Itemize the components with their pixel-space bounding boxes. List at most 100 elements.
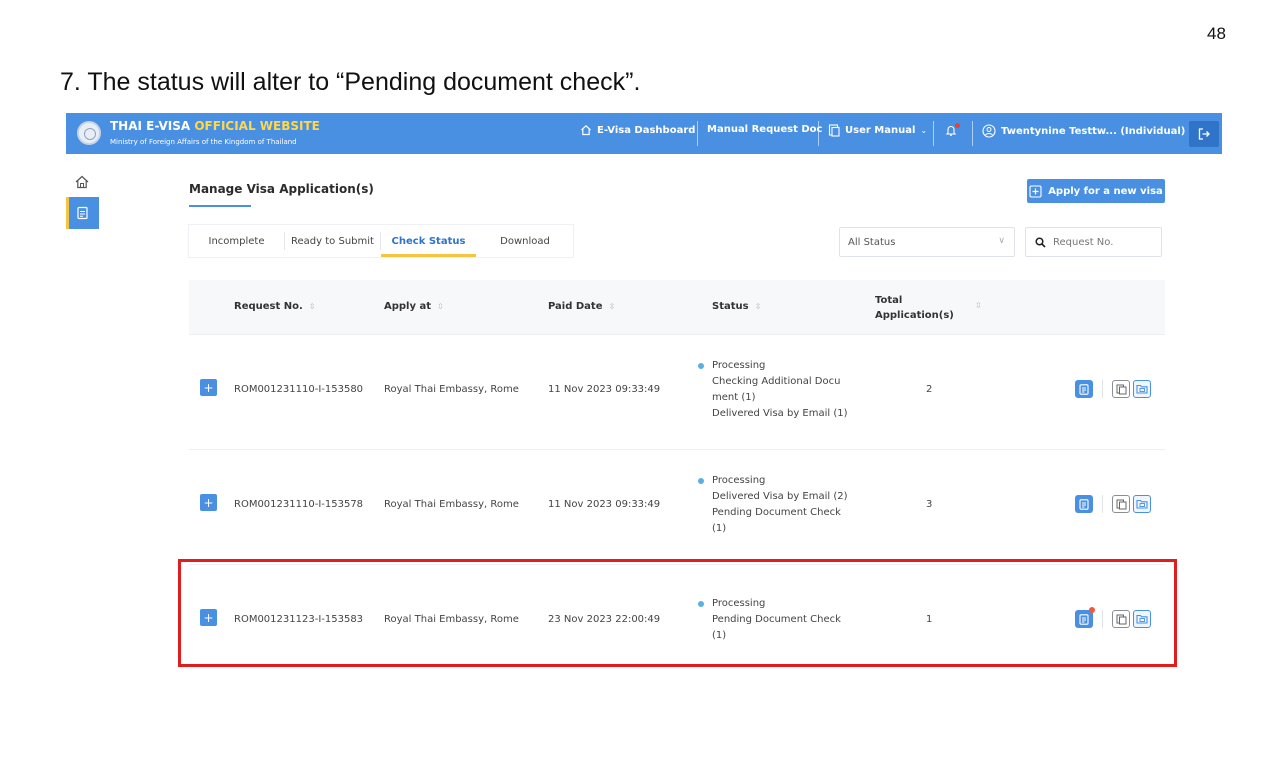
- sidebar-applications-button[interactable]: [66, 197, 99, 229]
- chevron-down-icon: ∨: [998, 236, 1005, 246]
- column-total-sort[interactable]: ⇳: [975, 301, 982, 310]
- column-label: Paid Date: [548, 301, 603, 312]
- apply-location: Royal Thai Embassy, Rome: [384, 499, 519, 510]
- apply-new-visa-label: Apply for a new visa: [1048, 185, 1163, 197]
- status-line: Delivered Visa by Email (2): [712, 491, 848, 502]
- action-divider: [1102, 380, 1103, 398]
- total-applications: 3: [926, 499, 933, 510]
- folder-icon: [1136, 499, 1148, 509]
- home-icon: [581, 124, 591, 136]
- column-label: Request No.: [234, 301, 303, 312]
- nav-divider: [697, 121, 698, 146]
- chevron-down-icon: ⌄: [920, 126, 928, 135]
- notification-badge: [955, 123, 960, 128]
- status-line: Processing: [712, 475, 766, 486]
- column-label: Status: [712, 301, 749, 312]
- site-brand[interactable]: THAI E-VISA OFFICIAL WEBSITE: [110, 119, 320, 133]
- sort-icon: ⇳: [975, 301, 982, 310]
- user-name-label: Twentynine Testtw... (Individual): [1001, 125, 1186, 137]
- home-icon: [75, 175, 89, 189]
- table-row: + ROM001231110-I-153578 Royal Thai Embas…: [189, 450, 1165, 565]
- request-number: ROM001231110-I-153580: [234, 384, 364, 395]
- document-step-heading: 7. The status will alter to “Pending doc…: [60, 68, 641, 96]
- open-folder-button[interactable]: [1133, 495, 1151, 513]
- tab-incomplete[interactable]: Incomplete: [189, 225, 284, 257]
- status-filter-value: All Status: [848, 236, 896, 248]
- nav-manual-request-label: Manual Request Doc: [707, 124, 823, 135]
- tab-download[interactable]: Download: [477, 225, 573, 257]
- nav-evisa-dashboard[interactable]: E-Visa Dashboard: [580, 124, 695, 136]
- copy-document-button[interactable]: [1112, 495, 1130, 513]
- brand-name: THAI E-VISA: [110, 119, 191, 133]
- expand-row-button[interactable]: +: [200, 494, 217, 511]
- status-tabs: Incomplete Ready to Submit Check Status …: [189, 225, 573, 257]
- ministry-seal-logo: [77, 121, 101, 145]
- copy-document-button[interactable]: [1112, 380, 1130, 398]
- status-list: Processing Checking Additional Docu ment…: [698, 358, 848, 422]
- page-title: Manage Visa Application(s): [189, 182, 374, 196]
- column-request-no[interactable]: Request No. ⇳: [234, 301, 316, 312]
- status-line: Processing: [712, 360, 766, 371]
- column-total-applications[interactable]: Total Application(s): [875, 293, 954, 323]
- user-icon: [982, 124, 996, 138]
- expand-row-button[interactable]: +: [200, 379, 217, 396]
- left-sidebar: [66, 154, 99, 676]
- nav-manual-request-doc[interactable]: Manual Request Doc: [707, 124, 822, 135]
- search-icon: [1035, 236, 1046, 248]
- request-number: ROM001231110-I-153578: [234, 499, 364, 510]
- brand-official-website: OFFICIAL WEBSITE: [194, 119, 320, 133]
- document-icon: [77, 206, 88, 220]
- view-document-button[interactable]: [1075, 495, 1093, 513]
- tab-ready-to-submit[interactable]: Ready to Submit: [285, 225, 380, 257]
- logout-icon: [1198, 128, 1210, 140]
- status-indicator-dot: [698, 478, 704, 484]
- status-line: Delivered Visa by Email (1): [712, 408, 848, 419]
- sort-icon: ⇳: [437, 302, 444, 311]
- tab-check-status[interactable]: Check Status: [381, 225, 476, 257]
- copy-document-icon: [1116, 499, 1126, 509]
- view-document-button[interactable]: [1075, 380, 1093, 398]
- document-icon: [1079, 383, 1089, 395]
- column-label: Application(s): [875, 310, 954, 321]
- page-number: 48: [1207, 24, 1226, 43]
- copy-document-icon: [1116, 384, 1126, 394]
- apply-location: Royal Thai Embassy, Rome: [384, 384, 519, 395]
- highlight-annotation-box: [178, 559, 1177, 667]
- sidebar-home-button[interactable]: [74, 174, 90, 194]
- nav-evisa-dashboard-label: E-Visa Dashboard: [597, 124, 696, 136]
- brand-subtitle: Ministry of Foreign Affairs of the Kingd…: [110, 138, 297, 146]
- open-folder-button[interactable]: [1133, 380, 1151, 398]
- column-status[interactable]: Status ⇳: [712, 301, 761, 312]
- status-list: Processing Delivered Visa by Email (2) P…: [698, 473, 848, 537]
- status-line: ment (1): [712, 392, 756, 403]
- nav-user-manual-label: User Manual: [845, 125, 916, 136]
- status-filter-select[interactable]: All Status ∨: [839, 227, 1015, 257]
- user-account-menu[interactable]: Twentynine Testtw... (Individual): [982, 124, 1185, 138]
- status-line: Checking Additional Docu: [712, 376, 841, 387]
- search-input[interactable]: [1053, 236, 1153, 248]
- table-header: Request No. ⇳ Apply at ⇳ Paid Date ⇳ Status…: [189, 280, 1165, 335]
- sort-icon: ⇳: [608, 302, 616, 311]
- column-label: Apply at: [384, 301, 432, 312]
- status-line: Pending Document Check: [712, 507, 841, 518]
- column-label: Total: [875, 295, 903, 306]
- column-paid-date[interactable]: Paid Date ⇳: [548, 301, 615, 312]
- nav-divider: [818, 121, 819, 146]
- nav-divider: [972, 121, 973, 146]
- nav-user-manual[interactable]: User Manual ⌄: [828, 124, 927, 137]
- status-indicator-dot: [698, 363, 704, 369]
- document-icon: [1079, 498, 1089, 510]
- logout-button[interactable]: [1189, 121, 1219, 147]
- action-divider: [1102, 495, 1103, 513]
- apply-new-visa-button[interactable]: Apply for a new visa: [1027, 179, 1165, 203]
- paid-date: 11 Nov 2023 09:33:49: [548, 499, 661, 510]
- request-search-box[interactable]: [1025, 227, 1162, 257]
- sort-icon: ⇳: [754, 302, 762, 311]
- nav-divider: [933, 121, 934, 146]
- folder-icon: [1136, 384, 1148, 394]
- top-navigation-bar: THAI E-VISA OFFICIAL WEBSITE Ministry of…: [66, 113, 1222, 154]
- total-applications: 2: [926, 384, 933, 395]
- table-row: + ROM001231110-I-153580 Royal Thai Embas…: [189, 335, 1165, 450]
- status-line: (1): [712, 523, 727, 534]
- column-apply-at[interactable]: Apply at ⇳: [384, 301, 444, 312]
